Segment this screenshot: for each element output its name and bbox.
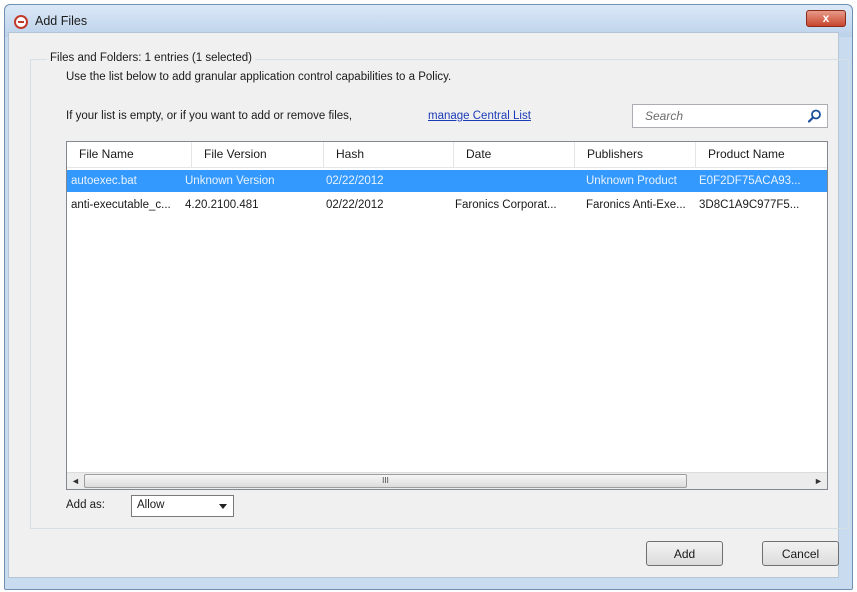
cell-file-version: 4.20.2100.481 — [185, 199, 259, 211]
column-header-file-name[interactable]: File Name — [67, 142, 192, 167]
column-header-product-name[interactable]: Product Name — [696, 142, 827, 167]
column-header-file-version[interactable]: File Version — [192, 142, 324, 167]
hint-text: If your list is empty, or if you want to… — [66, 110, 353, 122]
cell-hash: 02/22/2012 — [326, 199, 384, 211]
cell-publishers: Unknown Product — [586, 175, 677, 187]
column-header-hash[interactable]: Hash — [324, 142, 454, 167]
description-text: Use the list below to add granular appli… — [66, 71, 452, 83]
close-button[interactable]: x — [806, 10, 846, 27]
add-as-dropdown[interactable]: Allow — [131, 495, 234, 517]
column-header-date[interactable]: Date — [454, 142, 575, 167]
manage-central-list-link[interactable]: manage Central List — [428, 110, 531, 122]
table-row[interactable]: autoexec.bat Unknown Version 02/22/2012 … — [67, 170, 827, 192]
window-title: Add Files — [35, 14, 88, 28]
list-header: File Name File Version Hash Date Publish… — [67, 142, 827, 168]
cell-publishers: Faronics Anti-Exe... — [586, 199, 686, 211]
search-icon[interactable] — [807, 108, 823, 124]
search-input[interactable] — [637, 107, 809, 125]
horizontal-scrollbar[interactable]: ◄ III ► — [67, 472, 827, 489]
cell-product-name: 3D8C1A9C977F5... — [699, 199, 800, 211]
scrollbar-thumb[interactable]: III — [84, 474, 687, 488]
cell-file-name: autoexec.bat — [71, 175, 137, 187]
column-header-publishers[interactable]: Publishers — [575, 142, 696, 167]
cell-file-name: anti-executable_c... — [71, 199, 171, 211]
add-as-label: Add as: — [66, 499, 105, 511]
app-shield-icon — [14, 15, 28, 29]
scrollbar-grip: III — [382, 476, 389, 485]
cell-file-version: Unknown Version — [185, 175, 275, 187]
cell-hash: 02/22/2012 — [326, 175, 384, 187]
group-label: Files and Folders: 1 entries (1 selected… — [47, 52, 255, 64]
scroll-left-icon[interactable]: ◄ — [67, 473, 84, 489]
close-icon: x — [822, 11, 830, 25]
cancel-button[interactable]: Cancel — [762, 541, 839, 566]
table-row[interactable]: anti-executable_c... 4.20.2100.481 02/22… — [67, 194, 827, 216]
cell-product-name: E0F2DF75ACA93... — [699, 175, 801, 187]
files-list-view[interactable]: File Name File Version Hash Date Publish… — [66, 141, 828, 490]
cell-date: Faronics Corporat... — [455, 199, 557, 211]
search-box[interactable] — [632, 104, 828, 128]
chevron-down-icon — [219, 504, 227, 509]
cell-date — [451, 170, 576, 192]
scroll-right-icon[interactable]: ► — [810, 473, 827, 489]
add-as-selected-value: Allow — [137, 499, 165, 511]
add-button[interactable]: Add — [646, 541, 723, 566]
